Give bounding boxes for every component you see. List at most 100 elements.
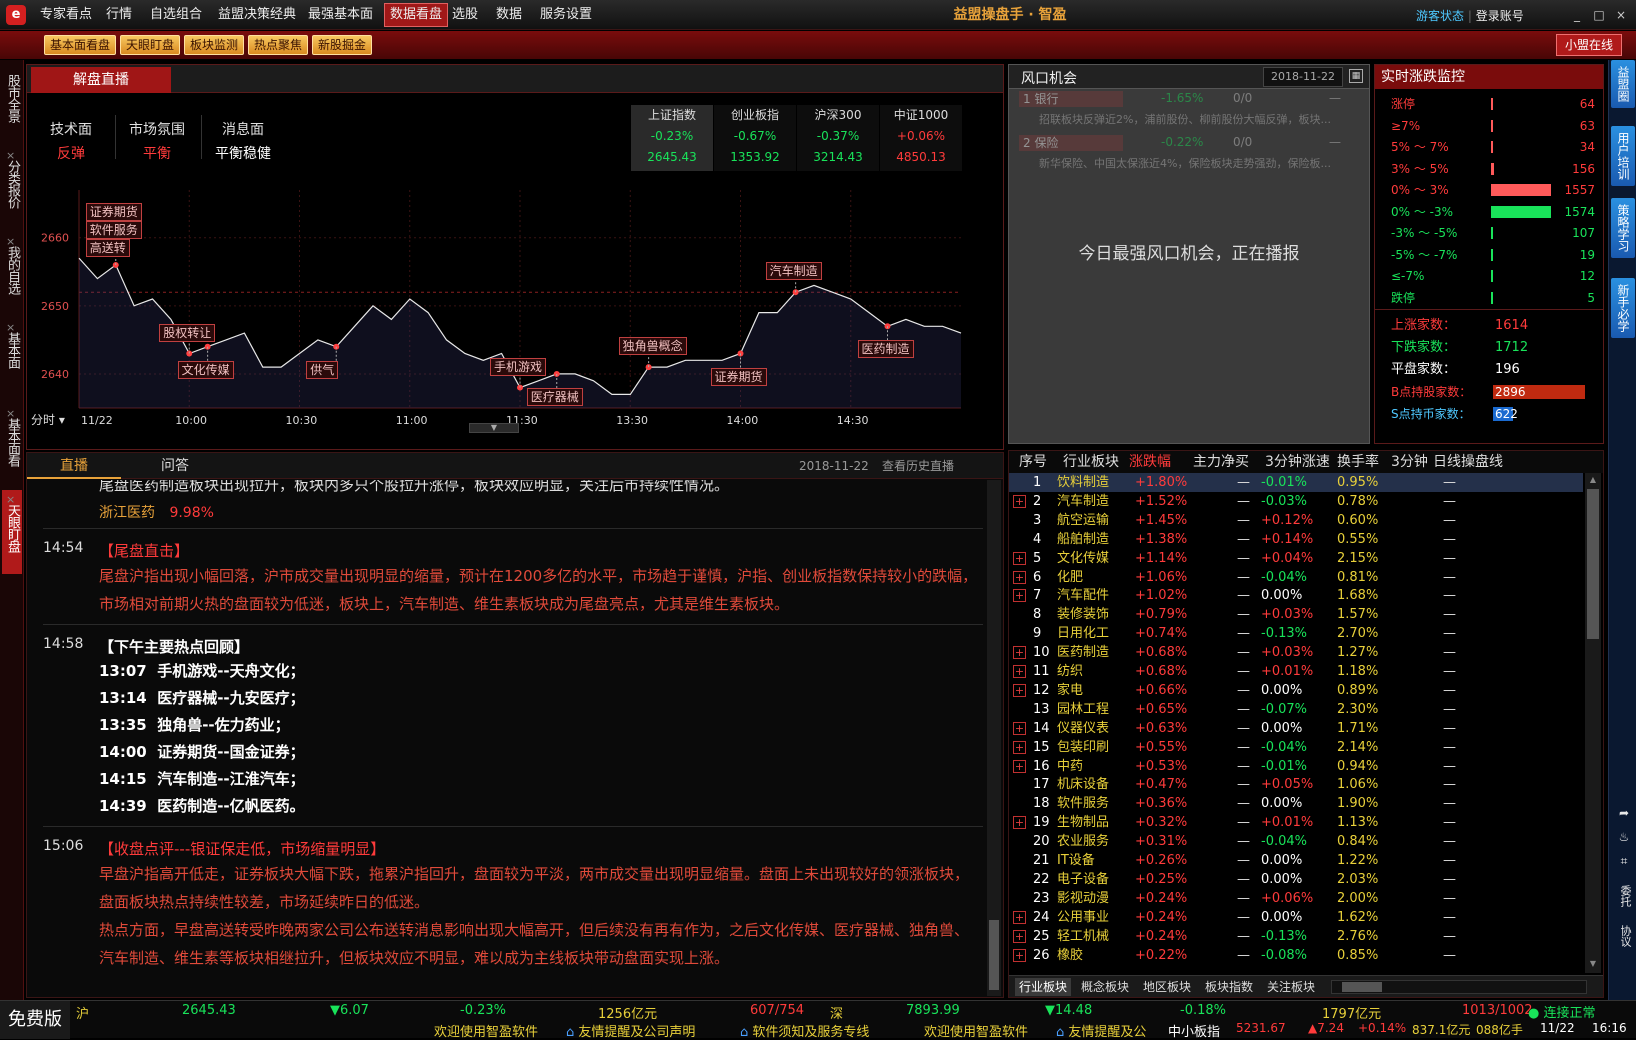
login-link[interactable]: 登录账号 (1476, 9, 1524, 23)
top-stock-name[interactable]: 浙江医药 (99, 505, 155, 521)
table-row[interactable]: +15 包装印刷 +0.55% — -0.04% 2.14% — (1009, 738, 1583, 757)
table-row[interactable]: +14 仪器仪表 +0.63% — 0.00% 1.71% — (1009, 719, 1583, 738)
expand-icon[interactable]: + (1013, 589, 1026, 603)
event-label[interactable]: 独角兽概念 (618, 337, 687, 356)
event-label[interactable]: 文化传媒 (177, 360, 234, 379)
collapse-handle[interactable]: ▼ (469, 423, 519, 433)
sector-col-6[interactable]: 3分钟 (1391, 451, 1428, 473)
online-service-button[interactable]: 小盟在线 (1555, 34, 1622, 56)
left-tab-2[interactable]: × 我的自选 (2, 232, 22, 316)
table-row[interactable]: 3 航空运输 +1.45% — +0.12% 0.60% — (1009, 511, 1583, 530)
sector-col-3[interactable]: 主力净买 (1193, 451, 1249, 473)
expand-icon[interactable]: + (1013, 759, 1026, 773)
right-icon-1[interactable]: 协议 (1615, 918, 1633, 954)
expand-icon[interactable]: + (1013, 929, 1026, 943)
left-tab-5[interactable]: × 天眼盯盘 (2, 490, 22, 574)
table-row[interactable]: +24 公用事业 +0.24% — 0.00% 1.62% — (1009, 908, 1583, 927)
period-selector[interactable]: 分时 (31, 413, 55, 427)
table-row[interactable]: +11 纺织 +0.68% — +0.01% 1.18% — (1009, 662, 1583, 681)
ticker-item[interactable]: ⌂ 友情提醒及公 (1056, 1021, 1146, 1040)
expand-icon[interactable]: + (1013, 948, 1026, 962)
table-row[interactable]: 21 IT设备 +0.26% — 0.00% 1.22% — (1009, 851, 1583, 870)
ticker-item[interactable]: ⌂ 软件须知及服务专线 (740, 1021, 869, 1040)
close-icon[interactable]: × (6, 490, 15, 510)
table-row[interactable]: +19 生物制品 +0.32% — +0.01% 1.13% — (1009, 813, 1583, 832)
right-tab-0[interactable]: 益盟圈 (1611, 60, 1635, 108)
event-label[interactable]: 医疗器械 (526, 387, 583, 406)
right-tab-2[interactable]: 策略学习 (1611, 198, 1635, 258)
sector-col-2[interactable]: 涨跌幅 (1129, 451, 1171, 473)
ticker-item[interactable]: ⌂ 友情提醒及公司声明 (566, 1021, 695, 1040)
sector-tab-1[interactable]: 概念板块 (1077, 978, 1133, 996)
expand-icon[interactable]: + (1013, 721, 1026, 735)
expand-icon[interactable]: + (1013, 910, 1026, 924)
close-icon[interactable]: × (6, 146, 15, 166)
table-row[interactable]: +26 橡胶 +0.22% — -0.08% 0.85% — (1009, 946, 1583, 965)
table-row[interactable]: +16 中药 +0.53% — -0.01% 0.94% — (1009, 757, 1583, 776)
sub-button-0[interactable]: 基本面看盘 (44, 35, 117, 55)
table-row[interactable]: 1 饮料制造 +1.80% — -0.01% 0.95% — (1009, 473, 1583, 492)
event-label[interactable]: 汽车制造 (765, 262, 822, 281)
menu-item-7[interactable]: 数据 (496, 0, 522, 30)
event-label[interactable]: 供气 (306, 360, 339, 379)
sector-tab-3[interactable]: 板块指数 (1201, 978, 1257, 996)
sector-tab-2[interactable]: 地区板块 (1139, 978, 1195, 996)
right-icon-0[interactable]: 委托 (1615, 878, 1633, 914)
fengkou-item[interactable]: 1 银行 -1.65% 0/0 — 招联板块反弹近2%，浦前股份、柳前股份大幅反弹，板块… (1009, 89, 1369, 133)
menu-item-6[interactable]: 选股 (452, 0, 478, 30)
left-tab-1[interactable]: × 分类报价 (2, 146, 22, 230)
table-row[interactable]: 20 农业服务 +0.31% — -0.04% 0.84% — (1009, 832, 1583, 851)
sub-button-3[interactable]: 热点聚焦 (248, 35, 309, 55)
expand-icon[interactable]: + (1013, 646, 1026, 660)
index-card-0[interactable]: 上证指数 -0.23% 2645.43 (631, 105, 713, 171)
live-scrollbar[interactable] (987, 480, 1001, 996)
sector-tab-0[interactable]: 行业板块 (1015, 978, 1072, 996)
sector-scrollbar[interactable]: ▲ ▼ (1585, 473, 1601, 973)
expand-icon[interactable]: + (1013, 816, 1026, 830)
crop-icon[interactable]: ⌗ (1615, 854, 1633, 872)
table-row[interactable]: 23 影视动漫 +0.24% — +0.06% 2.00% — (1009, 889, 1583, 908)
table-row[interactable]: 17 机床设备 +0.47% — +0.05% 1.06% — (1009, 775, 1583, 794)
menu-item-2[interactable]: 自选组合 (150, 0, 202, 30)
jiepan-tab[interactable]: 解盘直播 (31, 67, 171, 93)
event-label[interactable]: 医药制造 (857, 340, 914, 359)
ticker-item[interactable]: 欢迎使用智盈软件 (924, 1021, 1028, 1040)
event-label[interactable]: 证券期货 (710, 367, 767, 386)
share-icon[interactable]: ➦ (1615, 806, 1633, 824)
event-label[interactable]: 软件服务 (85, 220, 142, 239)
fengkou-item[interactable]: 2 保险 -0.22% 0/0 — 新华保险、中国太保涨近4%，保险板块走势强劲，保险板… (1009, 133, 1369, 177)
close-icon[interactable]: × (6, 318, 15, 338)
menu-item-4[interactable]: 最强基本面 (308, 0, 373, 30)
user-state-link[interactable]: 游客状态 (1416, 9, 1464, 23)
sub-button-1[interactable]: 天眼盯盘 (120, 35, 181, 55)
expand-icon[interactable]: + (1013, 740, 1026, 754)
expand-icon[interactable]: + (1013, 665, 1026, 678)
table-row[interactable]: +25 轻工机械 +0.24% — -0.13% 2.76% — (1009, 927, 1583, 946)
expand-icon[interactable]: + (1013, 683, 1026, 697)
menu-item-1[interactable]: 行情 (106, 0, 132, 30)
expand-icon[interactable]: + (1013, 570, 1026, 584)
menu-item-5[interactable]: 数据看盘 (384, 3, 449, 27)
sector-col-7[interactable]: 日线操盘线 (1433, 451, 1503, 473)
sector-col-1[interactable]: 行业板块 (1063, 451, 1119, 473)
expand-icon[interactable]: + (1013, 494, 1026, 508)
sector-col-4[interactable]: 3分钟涨速 (1265, 451, 1330, 473)
table-row[interactable]: +5 文化传媒 +1.14% — +0.04% 2.15% — (1009, 549, 1583, 568)
menu-item-0[interactable]: 专家看点 (40, 0, 92, 30)
horizontal-scrollbar[interactable] (1331, 980, 1587, 994)
event-label[interactable]: 高送转 (85, 238, 130, 257)
table-row[interactable]: +6 化肥 +1.06% — -0.04% 0.81% — (1009, 568, 1583, 587)
sector-tab-4[interactable]: 关注板块 (1263, 978, 1319, 996)
event-label[interactable]: 手机游戏 (490, 357, 547, 376)
right-tab-1[interactable]: 用户培训 (1611, 126, 1635, 186)
close-icon[interactable]: × (6, 404, 15, 424)
index-card-3[interactable]: 中证1000 +0.06% 4850.13 (880, 105, 962, 171)
menu-item-8[interactable]: 服务设置 (540, 0, 592, 30)
close-button[interactable]: × (1612, 6, 1630, 24)
left-tab-3[interactable]: × 基本面 (2, 318, 22, 402)
table-row[interactable]: 8 装修装饰 +0.79% — +0.03% 1.57% — (1009, 605, 1583, 624)
left-tab-0[interactable]: 股市全景 (2, 60, 22, 144)
bell-icon[interactable]: ♨ (1615, 830, 1633, 848)
ticker-item[interactable]: 欢迎使用智盈软件 (434, 1021, 538, 1040)
table-row[interactable]: +7 汽车配件 +1.02% — 0.00% 1.68% — (1009, 586, 1583, 605)
